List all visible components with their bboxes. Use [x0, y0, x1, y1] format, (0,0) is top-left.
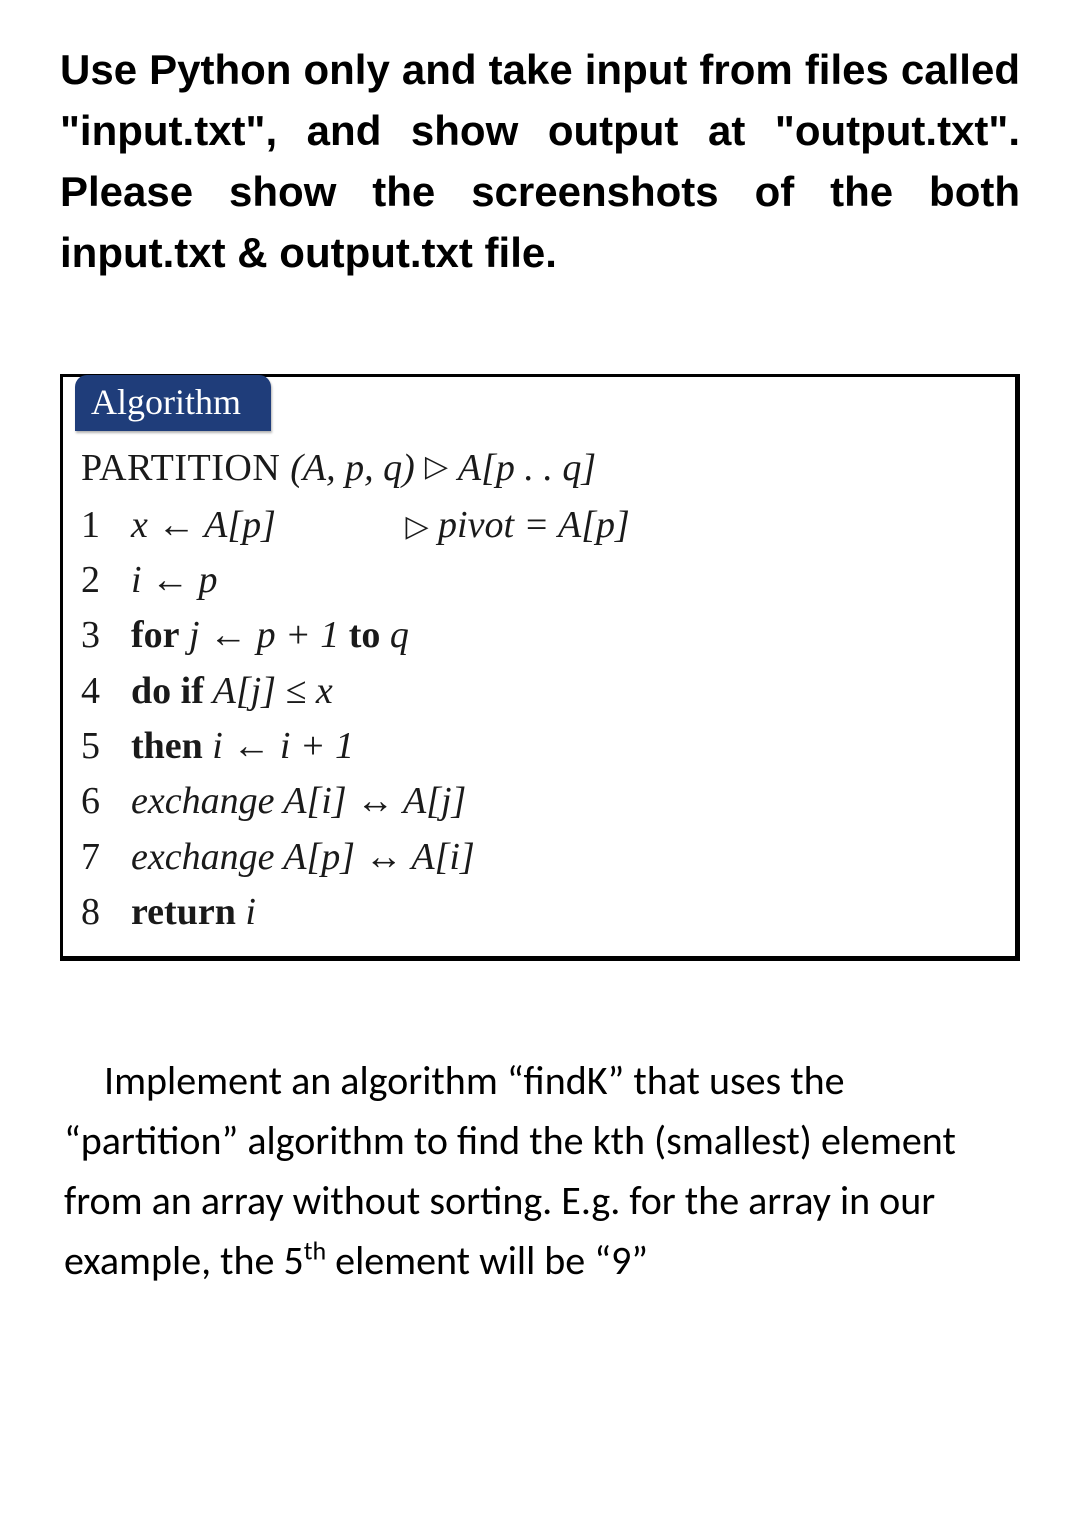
question-text-2: element will be “9” [326, 1236, 648, 1285]
algorithm-box: Algorithm PARTITION(A, p, q) ▷ A[p . . q… [60, 374, 1020, 962]
pivot-comment: ▷ pivot = A[p] [405, 500, 629, 551]
question-paragraph: Implement an algorithm “findK” that uses… [60, 1051, 1020, 1291]
algorithm-signature: PARTITION(A, p, q) ▷ A[p . . q] [81, 443, 997, 494]
line-3-end: q [380, 614, 409, 656]
line-number: 2 [81, 553, 131, 608]
line-number: 5 [81, 719, 131, 774]
line-number: 7 [81, 830, 131, 885]
line-7: exchange A[p] ↔ A[i] [131, 836, 475, 878]
line-number: 6 [81, 774, 131, 829]
pivot-text: pivot = A[p] [438, 504, 630, 546]
triangle-icon: ▷ [405, 507, 428, 548]
kw-for: for [131, 614, 180, 656]
line-3-body: j ← p + 1 [180, 614, 349, 656]
algorithm-body: PARTITION(A, p, q) ▷ A[p . . q] 1 x ← A[… [63, 431, 1015, 957]
line-2: i ← p [131, 559, 218, 601]
kw-then: then [131, 725, 203, 767]
line-4-cond: A[j] ≤ x [204, 670, 333, 712]
line-number: 8 [81, 885, 131, 940]
fn-args: (A, p, q) [290, 443, 415, 494]
line-1: x ← A[p] [131, 504, 276, 546]
fn-range: A[p . . q] [458, 443, 596, 494]
line-number: 4 [81, 664, 131, 719]
line-number: 3 [81, 608, 131, 663]
line-8-var: i [236, 891, 256, 933]
line-5-body: i ← i + 1 [203, 725, 354, 767]
kw-doif: do if [131, 670, 204, 712]
algorithm-lines: 1 x ← A[p] ▷ pivot = A[p] 2 i ← p 3 for … [81, 498, 630, 940]
fn-name: PARTITION [81, 443, 280, 494]
instructions-paragraph: Use Python only and take input from file… [60, 40, 1020, 284]
algorithm-box-title: Algorithm [75, 375, 271, 431]
kw-to: to [349, 614, 381, 656]
ordinal-sup: th [304, 1235, 326, 1267]
line-number: 1 [81, 498, 131, 553]
triangle-icon: ▷ [425, 447, 448, 488]
line-6: exchange A[i] ↔ A[j] [131, 780, 466, 822]
kw-return: return [131, 891, 236, 933]
